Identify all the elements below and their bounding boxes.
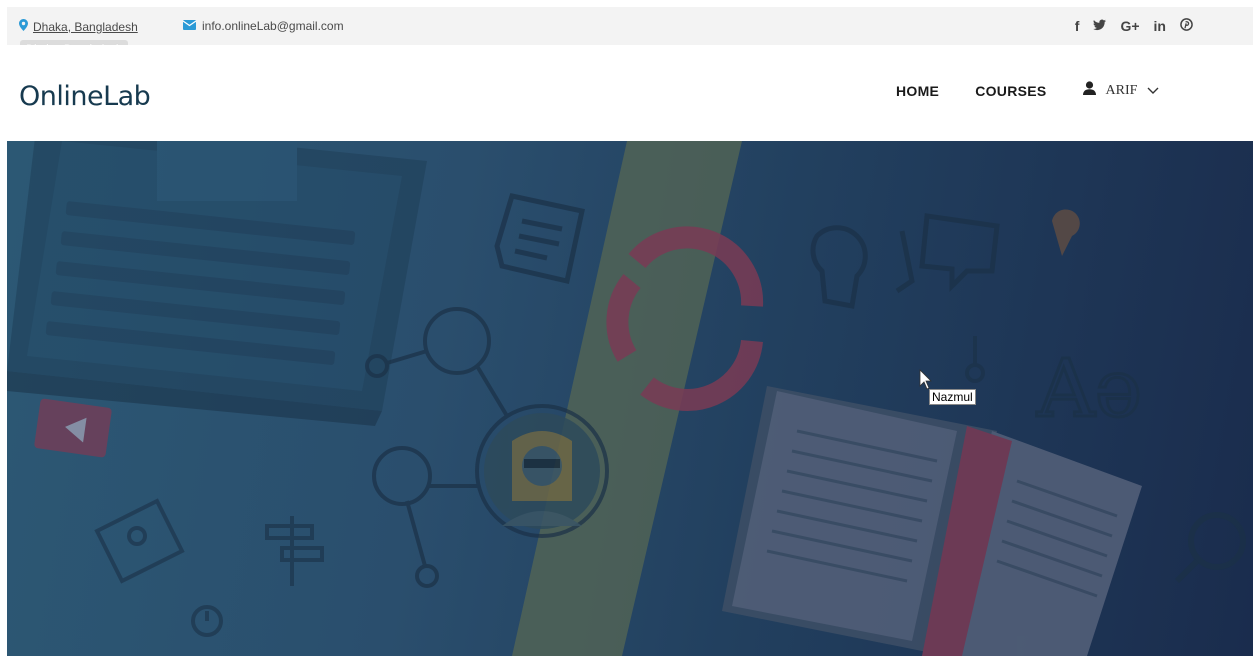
cursor-tooltip: Nazmul: [929, 389, 976, 405]
hero-banner: Aə: [7, 141, 1253, 656]
site-header: OnlineLab HOME COURSES ARIF: [0, 45, 1253, 141]
email-text[interactable]: info.onlineLab@gmail.com: [202, 19, 344, 33]
google-plus-icon[interactable]: G+: [1120, 17, 1139, 35]
user-name: ARIF: [1105, 82, 1138, 98]
location-link[interactable]: Dhaka, Bangladesh: [33, 20, 138, 34]
pinterest-icon[interactable]: [1180, 17, 1193, 35]
social-links: f G+ in: [1075, 17, 1193, 35]
map-marker-icon: [19, 19, 28, 34]
envelope-icon: [182, 19, 197, 33]
user-menu[interactable]: ARIF: [1082, 81, 1160, 100]
facebook-icon[interactable]: f: [1075, 17, 1080, 35]
svg-text:Aə: Aə: [1036, 342, 1142, 435]
top-info-bar: Dhaka, Bangladesh info.onlineLab@gmail.c…: [7, 7, 1253, 45]
main-nav: HOME COURSES ARIF: [896, 81, 1159, 100]
location-link-group[interactable]: Dhaka, Bangladesh: [19, 19, 138, 34]
user-icon: [1082, 81, 1096, 100]
site-logo[interactable]: OnlineLab: [19, 81, 151, 112]
twitter-icon[interactable]: [1093, 17, 1107, 35]
laptop-illustration: [7, 141, 427, 426]
hero-illustration: Aə: [7, 141, 1246, 656]
linkedin-icon[interactable]: in: [1154, 17, 1166, 35]
chevron-down-icon: [1147, 82, 1159, 100]
nav-courses[interactable]: COURSES: [975, 83, 1046, 99]
nav-home[interactable]: HOME: [896, 83, 939, 99]
email-group[interactable]: info.onlineLab@gmail.com: [182, 19, 344, 33]
mouse-cursor: [919, 369, 932, 390]
